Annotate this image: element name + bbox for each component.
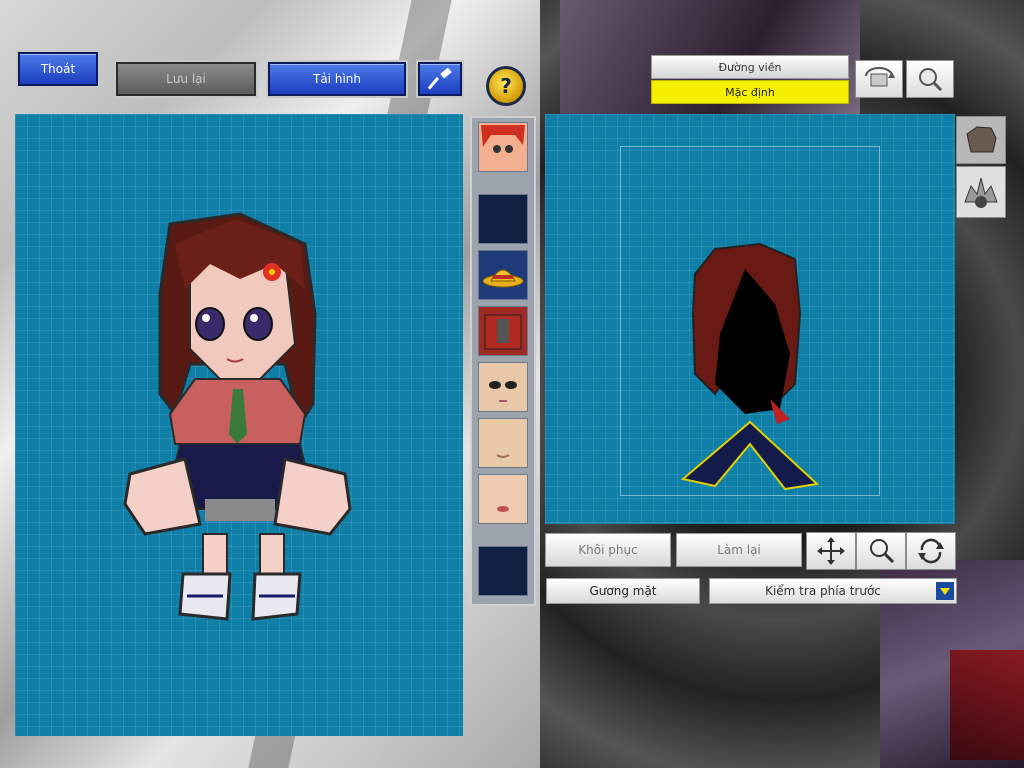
outline-button[interactable]: Đường viền — [651, 55, 849, 79]
redo-label: Làm lại — [717, 543, 761, 557]
rotate-view-icon — [865, 67, 895, 87]
part-slot-hat[interactable] — [478, 250, 528, 300]
save-button[interactable]: Lưu lại — [116, 62, 256, 96]
reload-label: Tải hình — [313, 72, 361, 86]
part-slot-face[interactable] — [478, 418, 528, 468]
mouth-icon — [497, 506, 509, 512]
restore-label: Khôi phục — [578, 543, 638, 557]
part-slot-armor[interactable] — [478, 306, 528, 356]
zoom-tool-button[interactable] — [856, 532, 906, 570]
part-slot-empty-2[interactable] — [478, 546, 528, 596]
save-label: Lưu lại — [166, 72, 206, 86]
restore-button[interactable]: Khôi phục — [545, 533, 671, 567]
part-slot-eyes[interactable] — [478, 362, 528, 412]
face-category-button[interactable]: Gương mặt — [546, 578, 700, 604]
part-slot-empty-1[interactable] — [478, 194, 528, 244]
part-slot-mouth[interactable] — [478, 474, 528, 524]
face-category-label: Gương mặt — [589, 584, 657, 598]
hammer-tool-button[interactable] — [418, 62, 462, 96]
face-eyes-icon — [489, 381, 517, 402]
magnifier-icon — [919, 68, 943, 92]
redo-button[interactable]: Làm lại — [676, 533, 802, 567]
default-button[interactable]: Mặc định — [651, 80, 849, 104]
move-tool-button[interactable] — [806, 532, 856, 570]
camera-rotate-button[interactable] — [855, 60, 903, 98]
part-editor-view[interactable] — [545, 114, 955, 524]
head-shape-button[interactable] — [956, 116, 1006, 164]
background-art-red — [950, 650, 1024, 760]
camera-zoom-button[interactable] — [906, 60, 954, 98]
head-shape-icon — [966, 126, 997, 153]
dropdown-arrow-icon[interactable] — [936, 582, 954, 600]
view-check-value: Kiểm tra phía trước — [765, 584, 881, 598]
straw-hat-icon — [482, 269, 524, 288]
zoom-icon — [870, 539, 895, 564]
exit-button[interactable]: Thoát — [18, 52, 98, 86]
view-check-select[interactable]: Kiểm tra phía trước — [709, 578, 957, 604]
character-preview[interactable] — [15, 114, 463, 736]
character-portrait-icon — [479, 123, 527, 171]
outline-label: Đường viền — [718, 60, 782, 74]
accessory-button[interactable] — [956, 166, 1006, 218]
default-label: Mặc định — [725, 85, 775, 99]
help-icon[interactable]: ? — [486, 66, 526, 106]
exit-label: Thoát — [40, 62, 76, 76]
reload-image-button[interactable]: Tải hình — [268, 62, 406, 96]
part-selector-strip — [470, 116, 536, 606]
face-blank-icon — [496, 454, 510, 458]
rotate-icon — [918, 538, 944, 564]
character-model — [123, 212, 352, 621]
hammer-icon — [427, 68, 452, 90]
part-slot-face-portrait[interactable] — [478, 122, 528, 172]
rotate-tool-button[interactable] — [906, 532, 956, 570]
armor-icon — [484, 314, 522, 350]
hair-model — [680, 242, 820, 491]
move-icon — [817, 537, 845, 565]
spiky-accessory-icon — [964, 177, 998, 208]
